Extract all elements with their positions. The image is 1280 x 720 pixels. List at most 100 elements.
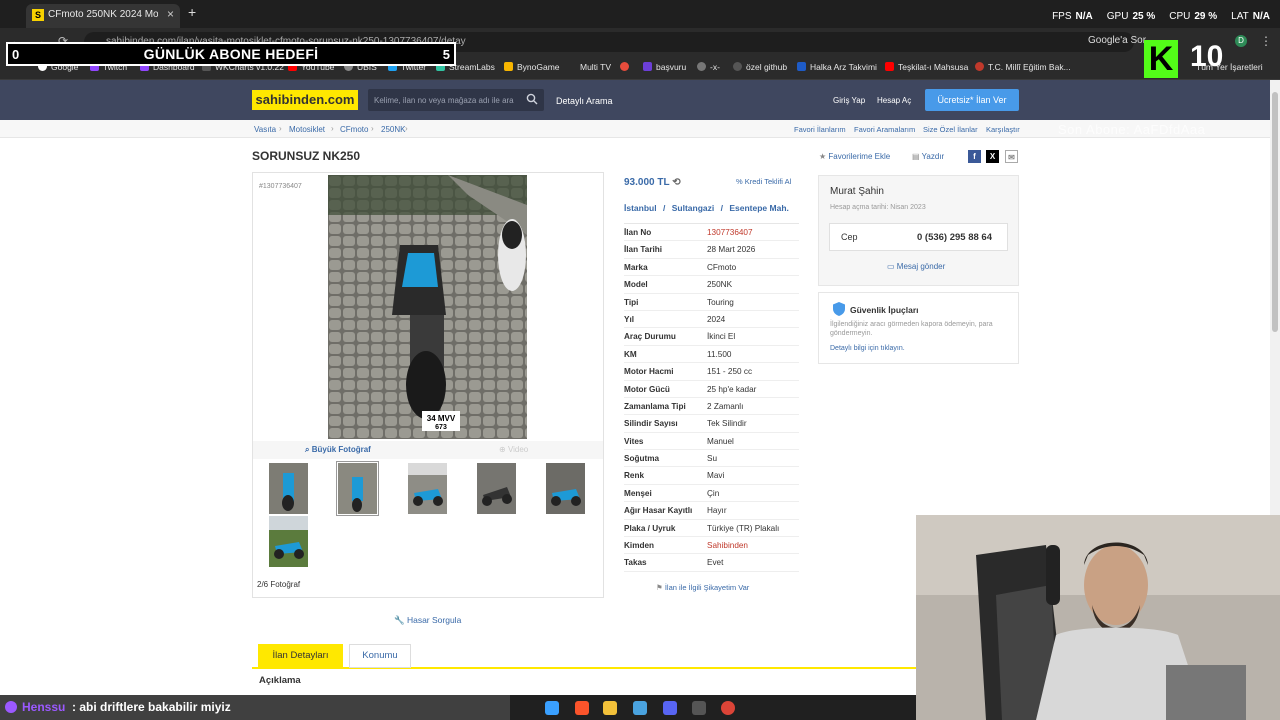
browser-tab[interactable]: S CFmoto 250NK 2024 Model Tou × — [26, 4, 180, 28]
obs-icon[interactable] — [692, 701, 706, 715]
credit-offer-link[interactable]: % Kredi Teklifi Al — [736, 177, 791, 186]
close-tab-icon[interactable]: × — [167, 7, 174, 21]
listing-title: SORUNSUZ NK250 — [252, 149, 361, 163]
x-share-icon[interactable]: X — [986, 150, 999, 163]
google-search-button[interactable]: Google'a Sor — [1088, 35, 1146, 46]
subscriber-goal-overlay: GÜNLÜK ABONE HEDEFİ 0 5 — [6, 42, 456, 66]
thumbnail-2[interactable] — [336, 461, 379, 516]
location-city[interactable]: İstanbul — [624, 203, 657, 213]
detail-row-sogutma: Soğutma Su — [624, 450, 799, 468]
detail-row-silindir-sayisi: Silindir Sayısı Tek Silindir — [624, 415, 799, 433]
safety-tips-link[interactable]: tıklayın. — [881, 345, 905, 352]
register-link[interactable]: Hesap Aç — [877, 96, 911, 105]
detail-row-km: KM 11.500 — [624, 346, 799, 364]
last-subscriber-overlay: Son Abone: AaFDfdAaa — [1058, 122, 1206, 137]
search-box[interactable] — [368, 89, 544, 111]
search-icon[interactable] — [526, 93, 538, 105]
bookmark-ozel-github[interactable]: özel github — [733, 62, 787, 72]
detail-row-model: Model 250NK — [624, 276, 799, 294]
location-neighborhood[interactable]: Esentepe Mah. — [729, 203, 789, 213]
detail-row-ilan-tarihi: İlan Tarihi 28 Mart 2026 — [624, 241, 799, 259]
svg-text:34 MVV: 34 MVV — [427, 414, 456, 423]
goal-title: GÜNLÜK ABONE HEDEFİ — [143, 46, 319, 62]
facebook-share-icon[interactable]: f — [968, 150, 981, 163]
print-link[interactable]: ▤ Yazdır — [912, 152, 944, 161]
thumbnail-4[interactable] — [477, 463, 516, 514]
listing-price: 93.000 TL ⟲ — [624, 177, 681, 188]
video-link: ⊕ Video — [499, 445, 529, 454]
seller-name[interactable]: Murat Şahin — [830, 186, 884, 197]
breadcrumb-250nk[interactable]: 250NK — [381, 125, 405, 134]
wrench-icon: 🔧 — [394, 615, 405, 625]
performance-overlay: FPS N/A GPU 25 % CPU 29 % LAT N/A — [1052, 11, 1270, 22]
thumbnail-6[interactable] — [269, 516, 308, 567]
seller-since: Hesap açma tarihi: Nisan 2023 — [830, 204, 926, 211]
favorite-listings-link[interactable]: Favori İlanlarım — [794, 125, 846, 134]
detailed-search-link[interactable]: Detaylı Arama — [556, 96, 613, 106]
bookmark-logo[interactable] — [620, 62, 633, 72]
bookmark-meb[interactable]: T.C. Millî Eğitim Bak... — [975, 62, 1071, 72]
thumbnail-1[interactable] — [269, 463, 308, 514]
bookmark-bynogame[interactable]: BynoGame — [504, 62, 560, 72]
listing-details-table: İlan No 1307736407 İlan Tarihi 28 Mart 202… — [624, 223, 799, 572]
tab-listing-details[interactable]: İlan Detayları — [258, 644, 343, 668]
login-link[interactable]: Giriş Yap — [833, 96, 865, 105]
detail-row-vites: Vites Manuel — [624, 433, 799, 451]
email-share-icon[interactable]: ✉ — [1005, 150, 1018, 163]
special-listings-link[interactable]: Size Özel İlanlar — [923, 125, 978, 134]
breadcrumb-separator: › — [371, 124, 374, 133]
thumbnail-3[interactable] — [408, 463, 447, 514]
bookmark-teskilat[interactable]: Teşkilat-ı Mahsusa — [885, 62, 968, 72]
favorite-searches-link[interactable]: Favori Aramalarım — [854, 125, 915, 134]
bookmark-multitv[interactable]: Multi TV — [580, 62, 611, 72]
breadcrumb-separator: › — [279, 124, 282, 133]
page-scrollbar-thumb[interactable] — [1272, 92, 1278, 332]
seller-phone[interactable]: 0 (536) 295 88 64 — [917, 232, 992, 243]
safety-tips-title: Güvenlik İpuçları — [850, 305, 919, 315]
detail-row-yil: Yıl 2024 — [624, 311, 799, 329]
price-history-icon[interactable]: ⟲ — [672, 177, 680, 188]
new-tab-icon[interactable]: + — [188, 4, 196, 20]
tab-location[interactable]: Konumu — [349, 644, 411, 668]
message-icon: ▭ — [887, 262, 895, 271]
profile-avatar[interactable]: D — [1235, 35, 1247, 47]
bookmark-x[interactable]: -x- — [697, 62, 720, 72]
location-separator: / — [720, 203, 723, 213]
detail-row-motor-hacmi: Motor Hacmi 151 - 250 cc — [624, 363, 799, 381]
gpu-stat: GPU 25 % — [1106, 11, 1156, 22]
shield-icon — [833, 302, 845, 316]
search-input[interactable] — [368, 89, 518, 111]
breadcrumb-cfmoto[interactable]: CFmoto — [340, 125, 368, 134]
brave-browser-icon[interactable] — [575, 701, 589, 715]
chrome-icon[interactable] — [721, 701, 735, 715]
star-icon: ★ — [819, 152, 827, 161]
damage-query-link[interactable]: 🔧 Hasar Sorgula — [394, 615, 461, 626]
discord-icon[interactable] — [663, 701, 677, 715]
goal-target: 5 — [442, 47, 450, 62]
big-photo-link[interactable]: ⌕ Büyük Fotoğraf — [305, 445, 371, 455]
sahibinden-logo[interactable]: sahibinden.com — [252, 90, 358, 110]
post-listing-button[interactable]: Ücretsiz* İlan Ver — [925, 89, 1019, 111]
zoom-icon: ⌕ — [305, 445, 310, 454]
photo-counter: 2/6 Fotoğraf — [257, 580, 301, 589]
app-icon[interactable] — [633, 701, 647, 715]
add-favorite-link[interactable]: ★ Favorilerime Ekle — [819, 152, 890, 161]
file-explorer-icon[interactable] — [603, 701, 617, 715]
detail-row-plaka-uyruk: Plaka / Uyruk Türkiye (TR) Plakalı — [624, 520, 799, 538]
report-listing-link[interactable]: ⚑ İlan ile İlgili Şikayetim Var — [656, 583, 749, 592]
main-listing-photo[interactable]: 34 MVV 673 — [328, 175, 527, 439]
thumbnail-5[interactable] — [546, 463, 585, 514]
flag-icon: ⚑ — [656, 583, 663, 592]
compare-link[interactable]: Karşılaştır — [986, 125, 1020, 134]
breadcrumb-vasita[interactable]: Vasıta — [254, 125, 276, 134]
bookmark-halka-arz[interactable]: Halka Arz Takvimi — [797, 62, 877, 72]
detail-row-arac-durumu: Araç Durumu İkinci El — [624, 328, 799, 346]
site-header: sahibinden.com Detaylı Arama Giriş Yap H… — [0, 80, 1270, 120]
browser-menu-icon[interactable]: ⋮ — [1260, 34, 1272, 48]
location-district[interactable]: Sultangazi — [672, 203, 715, 213]
kick-logo-icon: K — [1144, 40, 1178, 78]
bookmark-basvuru[interactable]: başvuru — [643, 62, 686, 72]
breadcrumb-motosiklet[interactable]: Motosiklet — [289, 125, 325, 134]
send-message-link[interactable]: ▭ Mesaj gönder — [887, 262, 945, 271]
windows-start-icon[interactable] — [545, 701, 559, 715]
